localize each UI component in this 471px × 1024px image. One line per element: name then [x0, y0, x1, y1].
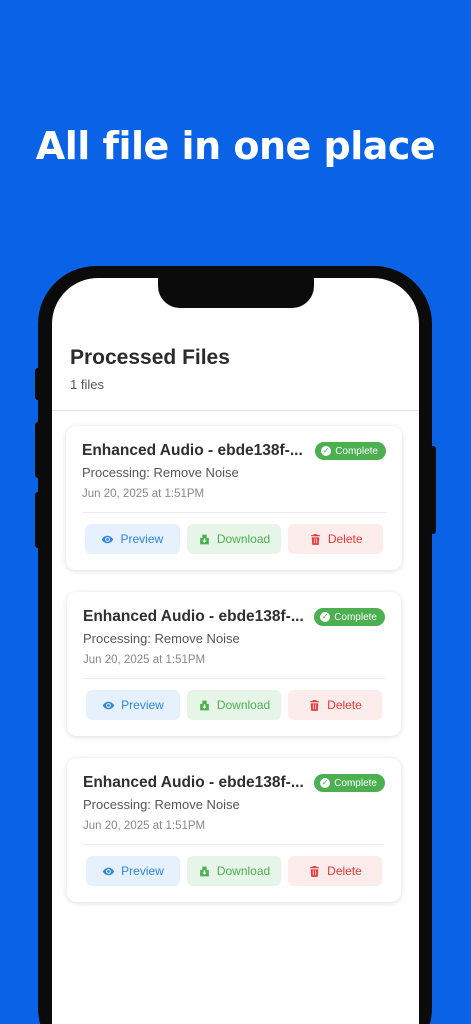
processing-type: Processing: Remove Noise	[83, 631, 240, 646]
eye-icon	[102, 535, 114, 543]
delete-label: Delete	[327, 864, 362, 878]
status-label: Complete	[334, 611, 377, 623]
page-title: Processed Files	[70, 346, 230, 369]
check-circle-icon: ✓	[320, 778, 331, 788]
preview-label: Preview	[121, 864, 164, 878]
file-actions: Preview Download Delete	[86, 690, 382, 720]
delete-button[interactable]: Delete	[288, 690, 382, 720]
trash-icon	[310, 865, 319, 877]
preview-button[interactable]: Preview	[86, 690, 180, 720]
file-date: Jun 20, 2025 at 1:51PM	[82, 488, 205, 500]
status-label: Complete	[335, 445, 378, 457]
delete-label: Delete	[327, 698, 362, 712]
file-date: Jun 20, 2025 at 1:51PM	[83, 654, 206, 666]
divider	[82, 512, 386, 513]
divider	[83, 844, 385, 845]
download-button[interactable]: Download	[187, 690, 281, 720]
phone-side-button	[430, 446, 436, 534]
file-name: Enhanced Audio - ebde138f-...	[83, 608, 304, 625]
phone-side-button	[35, 422, 41, 478]
download-button[interactable]: Download	[187, 856, 281, 886]
hero-headline: All file in one place	[35, 124, 436, 168]
file-card: Enhanced Audio - ebde138f-... ✓ Complete…	[67, 758, 401, 902]
status-label: Complete	[334, 777, 377, 789]
download-label: Download	[216, 532, 271, 546]
status-badge: ✓ Complete	[314, 608, 385, 626]
delete-button[interactable]: Delete	[288, 524, 384, 554]
file-actions: Preview Download Delete	[85, 524, 384, 554]
app-header: Processed Files 1 files	[52, 334, 419, 411]
check-circle-icon: ✓	[321, 446, 332, 456]
file-list: Enhanced Audio - ebde138f-... ✓ Complete…	[66, 426, 406, 924]
download-label: Download	[216, 864, 271, 878]
eye-icon	[102, 701, 115, 709]
file-name: Enhanced Audio - ebde138f-...	[82, 442, 303, 459]
preview-button[interactable]: Preview	[85, 524, 180, 554]
file-date: Jun 20, 2025 at 1:51PM	[83, 820, 206, 832]
download-icon	[199, 700, 209, 710]
file-card: Enhanced Audio - ebde138f-... ✓ Complete…	[67, 592, 401, 736]
marketing-screen: All file in one place Processed Files 1 …	[0, 0, 471, 1024]
preview-button[interactable]: Preview	[86, 856, 180, 886]
delete-button[interactable]: Delete	[288, 856, 382, 886]
status-badge: ✓ Complete	[315, 442, 386, 460]
trash-icon	[310, 699, 319, 711]
download-icon	[199, 866, 209, 876]
phone-notch	[158, 278, 314, 308]
download-label: Download	[216, 698, 271, 712]
status-badge: ✓ Complete	[314, 774, 385, 792]
preview-label: Preview	[121, 698, 164, 712]
check-circle-icon: ✓	[320, 612, 331, 622]
download-icon	[199, 534, 209, 544]
file-name: Enhanced Audio - ebde138f-...	[83, 774, 304, 791]
eye-icon	[102, 867, 115, 875]
file-actions: Preview Download Delete	[86, 856, 382, 886]
file-card: Enhanced Audio - ebde138f-... ✓ Complete…	[66, 426, 402, 570]
processing-type: Processing: Remove Noise	[83, 797, 240, 812]
preview-label: Preview	[120, 532, 164, 546]
phone-side-button	[35, 492, 41, 548]
download-button[interactable]: Download	[186, 524, 282, 554]
phone-side-button	[35, 368, 41, 400]
divider	[83, 678, 385, 679]
trash-icon	[310, 533, 320, 545]
file-count: 1 files	[70, 377, 104, 392]
phone-screen: Processed Files 1 files Enhanced Audio -…	[52, 278, 419, 1024]
delete-label: Delete	[327, 532, 363, 546]
processing-type: Processing: Remove Noise	[82, 465, 239, 480]
